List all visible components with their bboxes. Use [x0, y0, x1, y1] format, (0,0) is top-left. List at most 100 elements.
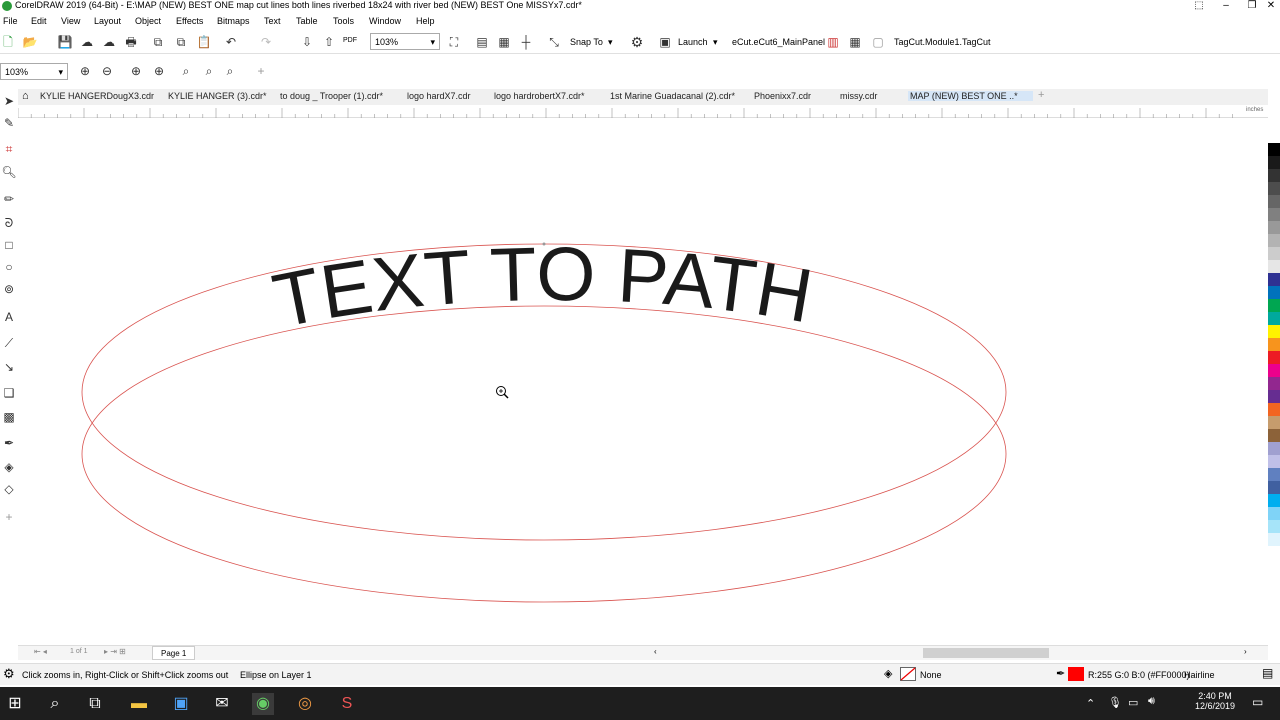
microphone-icon[interactable]: 🎙︎ [1108, 696, 1122, 709]
redo-icon[interactable]: ↷ [258, 34, 274, 50]
tagcut-icon[interactable]: ▢ [870, 34, 886, 50]
menu-file[interactable]: File [3, 16, 18, 26]
mail-icon[interactable]: ✉ [211, 693, 233, 715]
task-view-icon[interactable]: ⧉ [84, 693, 106, 715]
crop-tool-icon[interactable]: ⌗ [1, 140, 17, 158]
file-explorer-icon[interactable]: ▬ [128, 693, 150, 715]
palette-swatch[interactable] [1268, 377, 1280, 390]
palette-swatch[interactable] [1268, 442, 1280, 455]
parallel-dimension-tool-icon[interactable]: ⟋ [1, 334, 17, 352]
zoom-to-selected-icon[interactable]: ⊕ [128, 63, 144, 79]
zoom-levels-combo[interactable]: 103% ▾ [0, 63, 68, 80]
launch-chevron-icon[interactable]: ▾ [713, 37, 718, 48]
palette-swatch[interactable] [1268, 312, 1280, 325]
tab-logo-hardx7[interactable]: logo hardX7.cdr [407, 91, 471, 101]
outline-pen-icon[interactable]: ✒ [1056, 667, 1065, 680]
tab-1st-marine-guadacanal[interactable]: 1st Marine Guadacanal (2).cdr* [610, 91, 735, 101]
show-grid-icon[interactable]: ▦ [496, 34, 512, 50]
tab-kylie-hangerdougx3[interactable]: KYLIE HANGERDougX3.cdr [40, 91, 154, 101]
palette-swatch[interactable] [1268, 247, 1280, 260]
palette-swatch[interactable] [1268, 130, 1280, 143]
tab-kylie-hanger-3[interactable]: KYLIE HANGER (3).cdr* [168, 91, 267, 101]
snap-to-chevron-icon[interactable]: ▾ [608, 37, 613, 48]
palette-swatch[interactable] [1268, 364, 1280, 377]
object-properties-icon[interactable]: ▤ [1262, 666, 1273, 680]
menu-window[interactable]: Window [369, 16, 401, 26]
menu-edit[interactable]: Edit [31, 16, 47, 26]
palette-swatch[interactable] [1268, 351, 1280, 364]
snap-to-icon[interactable]: ⤡ [546, 34, 562, 50]
windows-start-icon[interactable]: ⊞ [4, 693, 26, 715]
polygon-tool-icon[interactable]: ⊚ [1, 280, 17, 298]
palette-swatch[interactable] [1268, 468, 1280, 481]
palette-swatch[interactable] [1268, 325, 1280, 338]
pick-tool-icon[interactable]: ➤ [1, 92, 17, 110]
freehand-tool-icon[interactable]: ✏ [1, 190, 17, 208]
app-s-icon[interactable]: S [336, 693, 358, 715]
ellipse-node[interactable] [542, 242, 546, 246]
first-page-icon[interactable]: ⇤ ◂ [34, 647, 47, 656]
palette-swatch[interactable] [1268, 169, 1280, 182]
transparency-tool-icon[interactable]: ▩ [1, 408, 17, 426]
palette-swatch[interactable] [1268, 260, 1280, 273]
menu-tools[interactable]: Tools [333, 16, 354, 26]
zoom-in-icon[interactable]: ⊕ [77, 63, 93, 79]
palette-swatch[interactable] [1268, 208, 1280, 221]
zoom-tool-icon[interactable]: 🔍︎ [1, 163, 17, 181]
launch-app-icon[interactable]: ▣ [657, 34, 673, 50]
full-screen-icon[interactable]: ⛶ [446, 34, 462, 50]
copy-icon[interactable]: ⧉ [173, 34, 189, 50]
palette-swatch[interactable] [1268, 533, 1280, 546]
add-tab-icon[interactable]: + [1038, 89, 1044, 101]
menu-table[interactable]: Table [296, 16, 318, 26]
ecut-icon[interactable]: ▥ [825, 34, 841, 50]
tab-to-doug-trooper[interactable]: to doug _ Trooper (1).cdr* [280, 91, 383, 101]
scroll-right-icon[interactable]: › [1244, 647, 1247, 656]
zoom-to-all-objects-icon[interactable]: ⊕ [151, 63, 167, 79]
publish-pdf-icon[interactable]: PDF [343, 37, 357, 44]
show-hidden-icons[interactable]: ⌃ [1086, 697, 1095, 710]
snap-to-dropdown[interactable]: Snap To [570, 37, 603, 47]
menu-object[interactable]: Object [135, 16, 161, 26]
palette-swatch[interactable] [1268, 507, 1280, 520]
palette-swatch[interactable] [1268, 481, 1280, 494]
taskbar-clock[interactable]: 2:40 PM 12/6/2019 [1180, 691, 1250, 711]
menu-view[interactable]: View [61, 16, 80, 26]
menu-help[interactable]: Help [416, 16, 435, 26]
shape-tool-icon[interactable]: ✎ [1, 114, 17, 132]
curved-text[interactable]: TEXT TO PATH [266, 232, 818, 345]
smart-fill-tool-icon[interactable]: ◇ [1, 480, 17, 498]
eyedropper-tool-icon[interactable]: ✒ [1, 434, 17, 452]
page-1-tab[interactable]: Page 1 [152, 646, 196, 660]
palette-swatch[interactable] [1268, 338, 1280, 351]
ecut-macro-button[interactable]: eCut.eCut6_MainPanel [732, 37, 825, 47]
network-icon[interactable]: ▭ [1128, 696, 1138, 709]
undo-icon[interactable]: ↶ [223, 34, 239, 50]
inner-ellipse[interactable] [81, 305, 1007, 603]
menu-effects[interactable]: Effects [176, 16, 203, 26]
menu-bitmaps[interactable]: Bitmaps [217, 16, 250, 26]
palette-swatch[interactable] [1268, 520, 1280, 533]
import-icon[interactable]: ⇩ [299, 34, 315, 50]
palette-swatch[interactable] [1268, 455, 1280, 468]
palette-swatch[interactable] [1268, 299, 1280, 312]
connector-tool-icon[interactable]: ↘ [1, 358, 17, 376]
palette-swatch[interactable] [1268, 429, 1280, 442]
last-page-icon[interactable]: ▸ ⇥ ⊞ [104, 647, 126, 656]
zoom-to-page-width-icon[interactable]: ⌕ [201, 63, 217, 79]
drawing-canvas[interactable]: TEXT TO PATH [30, 118, 1266, 643]
outline-color-swatch[interactable] [1068, 667, 1084, 681]
palette-swatch[interactable] [1268, 195, 1280, 208]
palette-swatch[interactable] [1268, 286, 1280, 299]
palette-swatch[interactable] [1268, 182, 1280, 195]
palette-swatch[interactable] [1268, 221, 1280, 234]
palette-swatch[interactable] [1268, 156, 1280, 169]
chrome-icon[interactable]: ◎ [294, 693, 316, 715]
text-tool-icon[interactable]: A [1, 308, 17, 326]
open-icon[interactable]: 📂 [22, 34, 38, 50]
add-tool-icon[interactable]: + [1, 508, 17, 526]
tab-logo-hardrobertx7[interactable]: logo hardrobertX7.cdr* [494, 91, 585, 101]
cut-icon[interactable]: ⧉ [150, 34, 166, 50]
palette-swatch[interactable] [1268, 143, 1280, 156]
palette-swatch[interactable] [1268, 390, 1280, 403]
